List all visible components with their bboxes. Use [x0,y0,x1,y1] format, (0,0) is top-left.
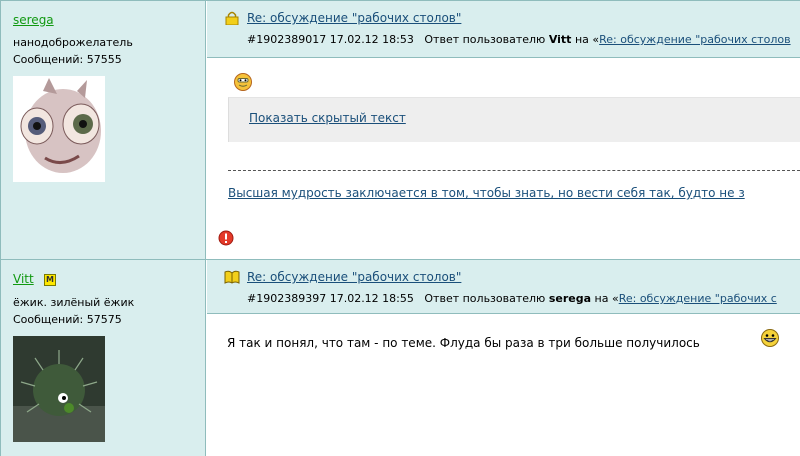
post-id-date[interactable]: #1902389017 17.02.12 18:53 [247,33,414,46]
warning-icon[interactable] [218,230,234,246]
reply-on: на « [574,33,600,46]
post-title-link[interactable]: Re: обсуждение "рабочих столов" [247,270,461,284]
moderator-badge: M [44,274,56,286]
post-vitt: Vitt M ёжик. зилёный ёжик Сообщений: 575… [0,259,800,456]
avatar[interactable] [13,336,105,442]
post-id-date[interactable]: #1902389397 17.02.12 18:55 [247,292,414,305]
avatar[interactable] [13,76,105,182]
reply-prefix: Ответ пользователю [424,33,546,46]
signature-separator [228,170,800,171]
post-meta: #1902389017 17.02.12 18:53 Ответ пользов… [247,33,791,46]
user-title: нанодоброжелатель [13,36,133,49]
reply-prefix: Ответ пользователю [424,292,546,305]
post-header: Re: обсуждение "рабочих столов" #1902389… [207,260,800,314]
user-post-count: Сообщений: 57575 [13,313,122,326]
post-title-link[interactable]: Re: обсуждение "рабочих столов" [247,11,461,25]
signature-link[interactable]: Высшая мудрость заключается в том, чтобы… [228,186,745,200]
username-link[interactable]: serega [13,13,54,27]
book-icon [224,270,240,284]
reply-user: Vitt [548,33,572,46]
username-link[interactable]: Vitt [13,272,34,286]
lock-icon [225,11,239,25]
show-hidden-text-link[interactable]: Показать скрытый текст [249,111,406,125]
user-title: ёжик. зилёный ёжик [13,296,135,309]
smiley-icon [234,73,252,91]
post-header: Re: обсуждение "рабочих столов" #1902389… [207,1,800,58]
reply-on: на « [594,292,619,305]
reply-user: serega [548,292,592,305]
spoiler-box: Показать скрытый текст [228,97,800,142]
reply-post-link[interactable]: Re: обсуждение "рабочих столов [599,33,790,46]
user-panel: Vitt M ёжик. зилёный ёжик Сообщений: 575… [0,260,206,456]
reply-post-link[interactable]: Re: обсуждение "рабочих с [619,292,777,305]
grin-icon [761,329,779,347]
post-meta: #1902389397 17.02.12 18:55 Ответ пользов… [247,292,777,305]
post-message: Я так и понял, что там - по теме. Флуда … [227,336,700,350]
user-panel: serega нанодоброжелатель Сообщений: 5755… [0,1,206,259]
user-post-count: Сообщений: 57555 [13,53,122,66]
